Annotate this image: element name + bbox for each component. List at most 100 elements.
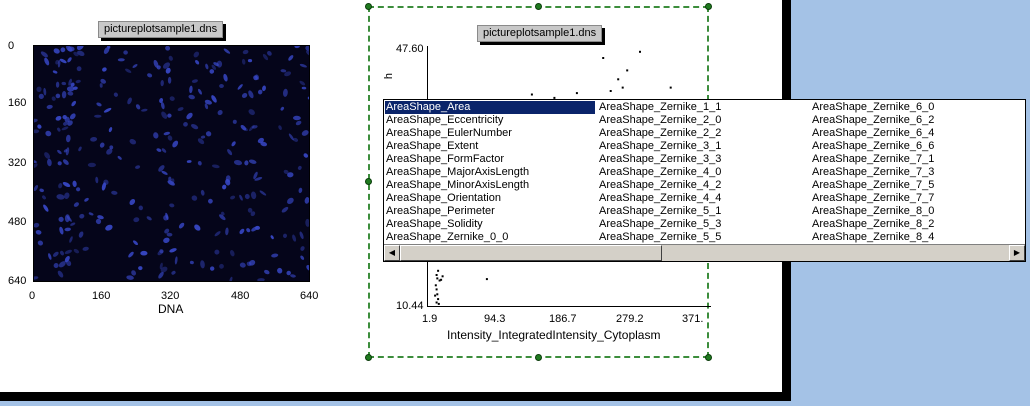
list-column: AreaShape_Area AreaShape_Eccentricity Ar… [385,101,595,244]
image-plot-title[interactable]: pictureplotsample1.dns [98,21,224,38]
nucleus [125,68,132,73]
scatter-point [485,278,488,281]
nucleus [108,127,113,133]
list-item[interactable]: AreaShape_Zernike_7_7 [811,192,1021,205]
left-arrow-icon[interactable]: ◀ [384,245,400,261]
nucleus [45,130,52,137]
nucleus [117,155,122,160]
image-y-tick: 640 [8,275,27,287]
resize-handle[interactable] [365,178,372,185]
scatter-y-max: 47.60 [396,43,424,55]
nucleus [307,96,309,101]
list-item[interactable]: AreaShape_Zernike_5_5 [598,231,808,244]
list-item[interactable]: AreaShape_Zernike_4_4 [598,192,808,205]
resize-handle[interactable] [705,3,712,10]
resize-handle[interactable] [365,3,372,10]
list-item[interactable]: AreaShape_Orientation [385,192,595,205]
list-item[interactable]: AreaShape_Perimeter [385,205,595,218]
scatter-point [617,78,620,81]
list-item[interactable]: AreaShape_Area [385,101,595,114]
nucleus [76,187,81,192]
list-item[interactable]: AreaShape_Solidity [385,218,595,231]
scatter-point [434,284,437,287]
list-item[interactable]: AreaShape_Zernike_8_4 [811,231,1021,244]
nucleus [111,190,118,195]
list-item[interactable]: AreaShape_Zernike_8_0 [811,205,1021,218]
nucleus [200,135,206,139]
nucleus [84,197,89,202]
list-item[interactable]: AreaShape_Zernike_3_3 [598,153,808,166]
list-item[interactable]: AreaShape_MajorAxisLength [385,166,595,179]
list-item[interactable]: AreaShape_Zernike_5_1 [598,205,808,218]
list-item[interactable]: AreaShape_Zernike_7_5 [811,179,1021,192]
list-item[interactable]: AreaShape_Zernike_6_6 [811,140,1021,153]
resize-handle[interactable] [535,354,542,361]
list-item[interactable]: AreaShape_Zernike_4_2 [598,179,808,192]
nucleus [76,66,82,72]
measurement-column-list[interactable]: AreaShape_Area AreaShape_Eccentricity Ar… [383,99,1026,262]
list-item[interactable]: AreaShape_FormFactor [385,153,595,166]
scatter-point [437,269,440,272]
resize-handle[interactable] [705,354,712,361]
scatter-plot-title[interactable]: pictureplotsample1.dns [477,25,603,42]
nucleus [257,89,263,95]
scrollbar-thumb[interactable] [400,245,662,261]
list-column: AreaShape_Zernike_1_1 AreaShape_Zernike_… [598,101,808,244]
nucleus [219,263,224,269]
nucleus [293,115,301,121]
scatter-x-tick: 186.7 [549,313,577,325]
list-item[interactable]: AreaShape_Zernike_6_0 [811,101,1021,114]
list-item[interactable]: AreaShape_EulerNumber [385,127,595,140]
resize-handle[interactable] [365,354,372,361]
nucleus [174,256,178,265]
list-item[interactable]: AreaShape_Zernike_2_0 [598,114,808,127]
nucleus [79,213,85,219]
nucleus [227,149,233,156]
nucleus [99,83,103,88]
nucleus [200,189,205,196]
list-item[interactable]: AreaShape_Zernike_8_2 [811,218,1021,231]
right-arrow-icon[interactable]: ▶ [1009,245,1025,261]
scatter-point [621,86,624,89]
nucleus [194,224,201,231]
nucleus [222,184,227,190]
nucleus [300,246,305,251]
list-item[interactable]: AreaShape_Zernike_1_1 [598,101,808,114]
nucleus [207,198,213,204]
resize-handle[interactable] [535,3,542,10]
scatter-y-min: 10.44 [396,300,424,312]
list-item[interactable]: AreaShape_Zernike_6_4 [811,127,1021,140]
nucleus [69,236,73,243]
nucleus [280,69,287,73]
list-item[interactable]: AreaShape_Zernike_3_1 [598,140,808,153]
nucleus [223,48,231,54]
nucleus [62,181,71,188]
scatter-point [437,302,440,305]
list-item[interactable]: AreaShape_Zernike_5_3 [598,218,808,231]
nucleus [233,160,243,166]
list-item[interactable]: AreaShape_Zernike_7_3 [811,166,1021,179]
nucleus [53,48,60,54]
list-item[interactable]: AreaShape_Zernike_2_2 [598,127,808,140]
list-item[interactable]: AreaShape_Zernike_7_1 [811,153,1021,166]
nucleus [55,93,61,99]
list-item[interactable]: AreaShape_Extent [385,140,595,153]
nucleus [306,265,309,271]
list-item[interactable]: AreaShape_Zernike_6_2 [811,114,1021,127]
nucleus [113,92,119,97]
nucleus [217,110,223,116]
list-item[interactable]: AreaShape_Zernike_4_0 [598,166,808,179]
nucleus [138,205,144,211]
nucleus [34,159,37,164]
nucleus [70,222,76,226]
nucleus [167,135,173,141]
image-y-tick: 160 [8,97,27,109]
list-item[interactable]: AreaShape_Eccentricity [385,114,595,127]
nucleus [186,160,192,163]
list-item[interactable]: AreaShape_Zernike_0_0 [385,231,595,244]
list-item[interactable]: AreaShape_MinorAxisLength [385,179,595,192]
horizontal-scrollbar[interactable]: ◀ ▶ [384,244,1025,261]
nucleus [293,137,299,142]
nucleus [239,228,245,235]
image-plot-area[interactable] [33,45,310,282]
